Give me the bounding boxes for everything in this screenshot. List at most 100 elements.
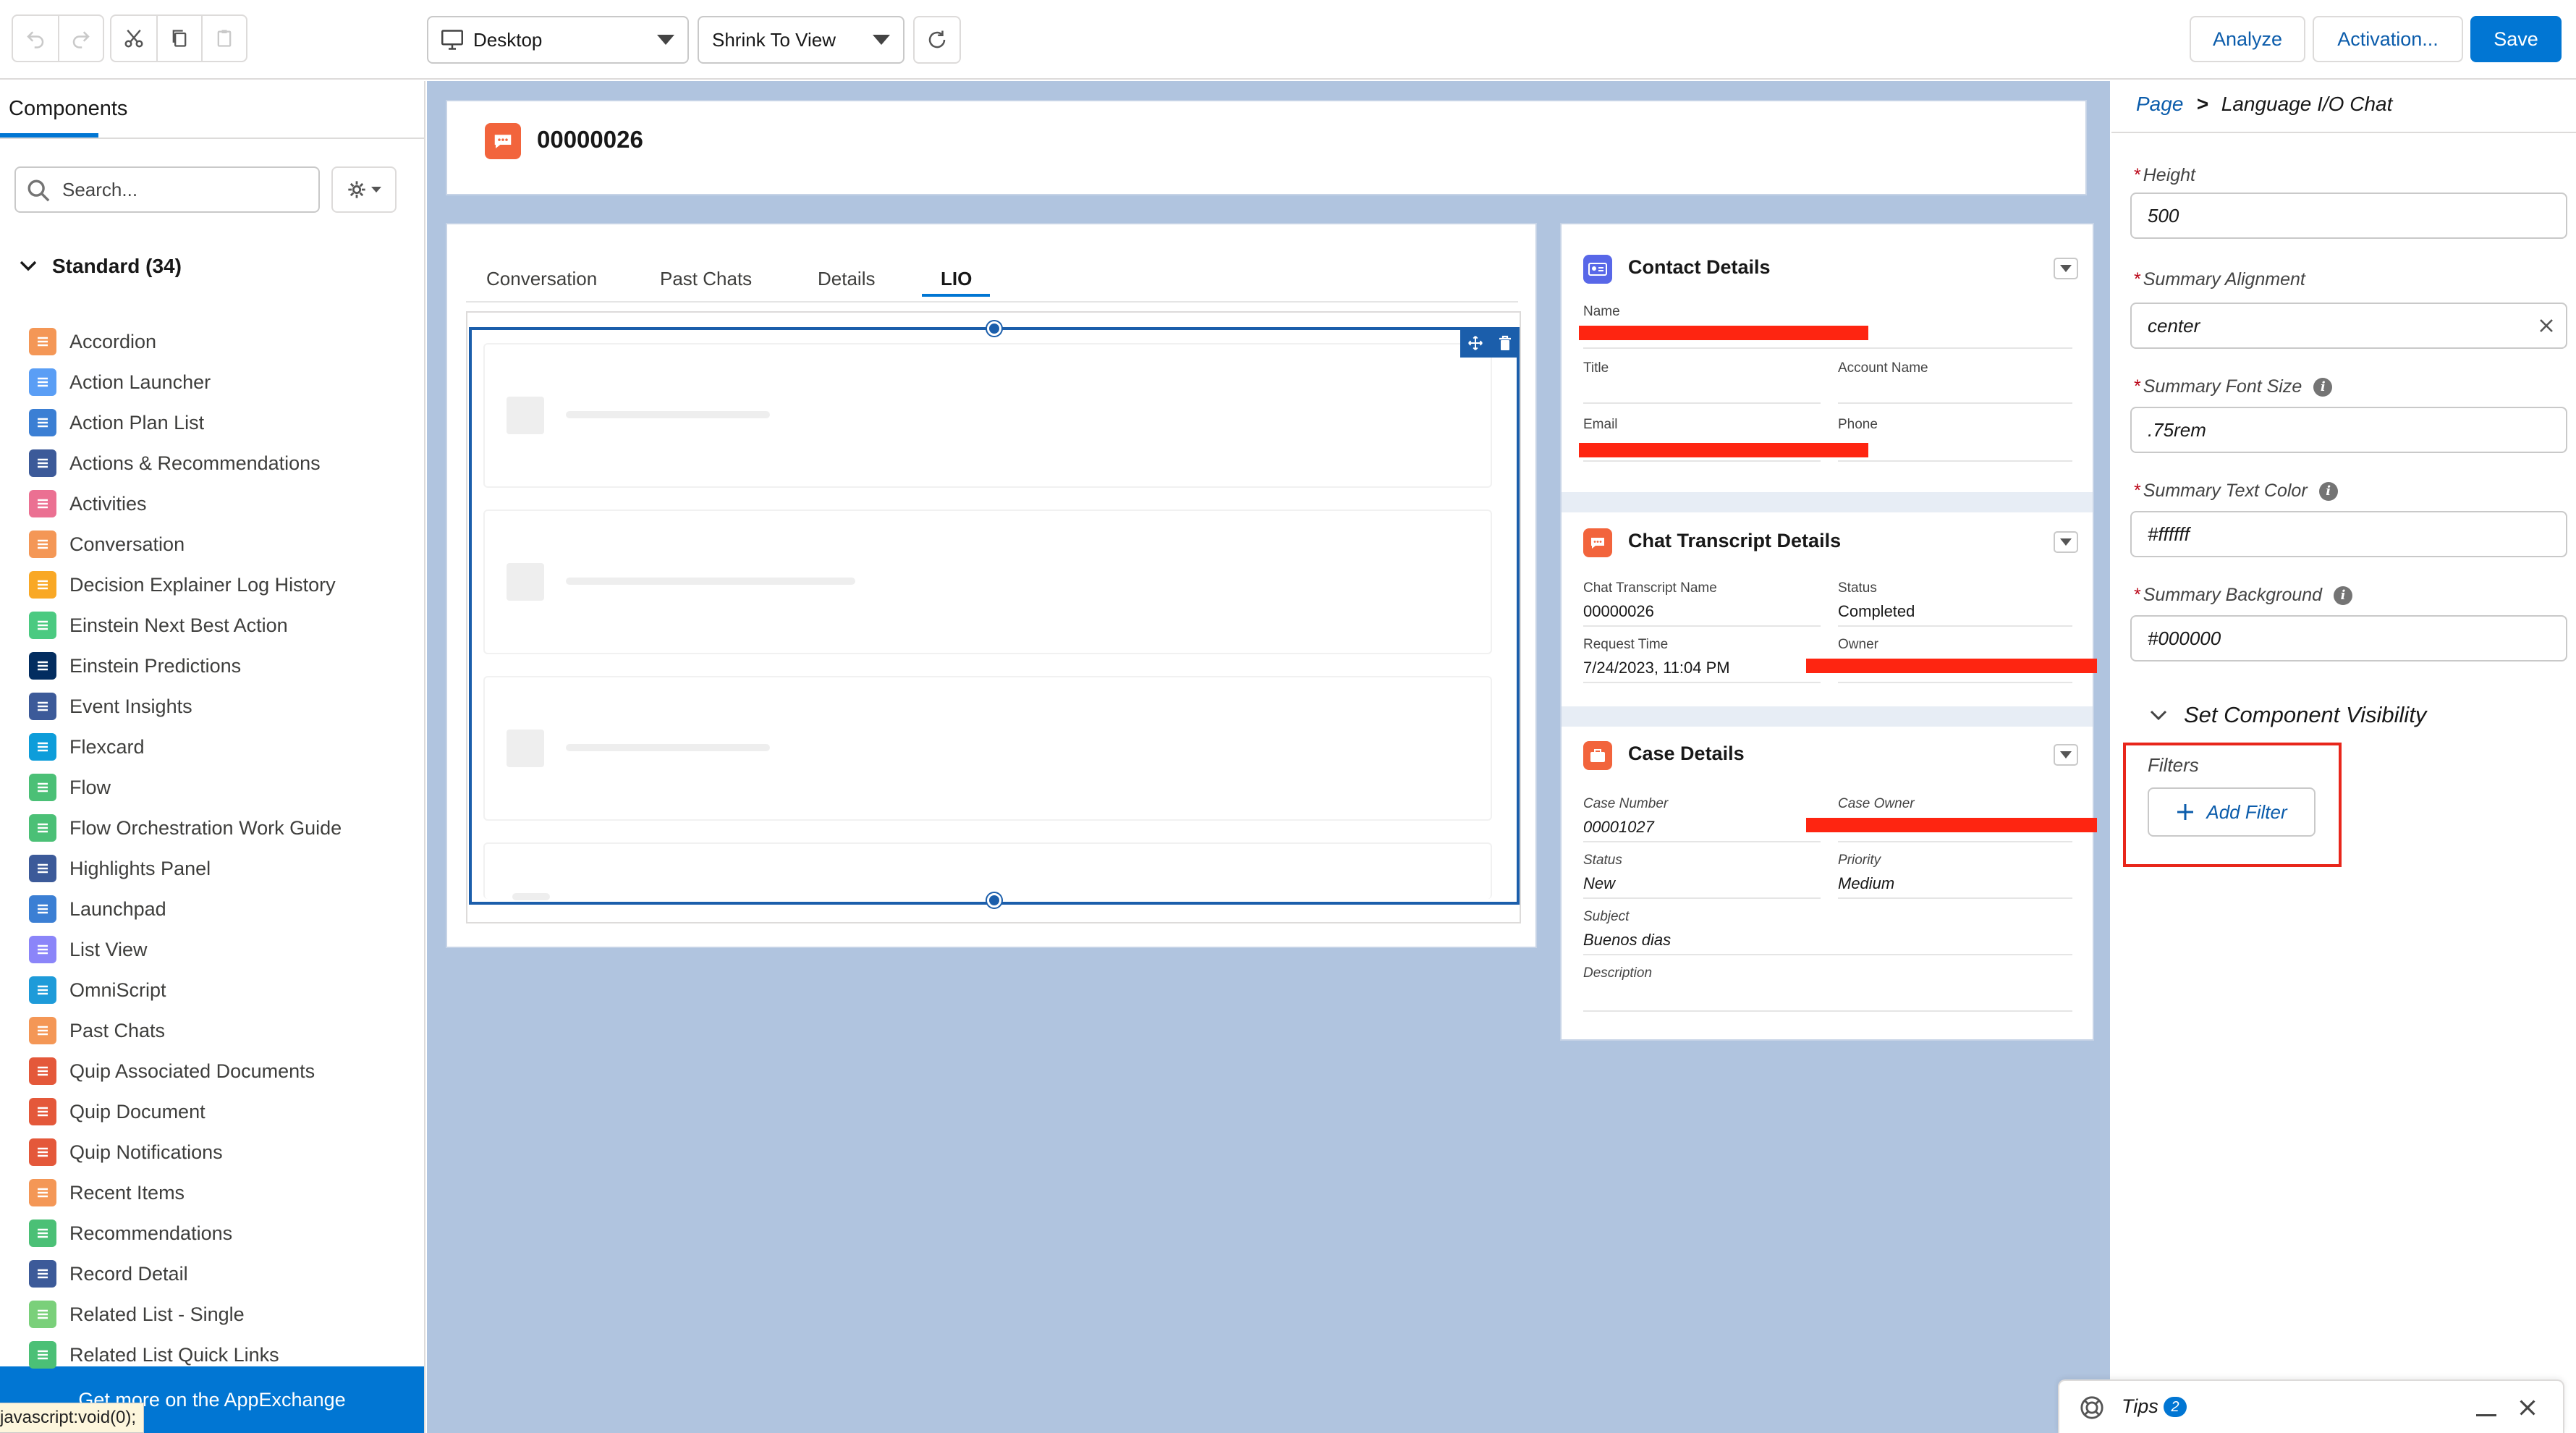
close-icon[interactable] [2518, 1398, 2537, 1417]
component-item[interactable]: Quip Associated Documents [29, 1054, 315, 1089]
desktop-icon [441, 30, 463, 50]
component-item[interactable]: Einstein Next Best Action [29, 608, 288, 643]
breadcrumb-current: Language I/O Chat [2221, 93, 2393, 115]
summary-alignment-input[interactable]: center [2130, 303, 2567, 349]
component-item[interactable]: Decision Explainer Log History [29, 567, 336, 602]
undo-icon[interactable] [13, 16, 58, 61]
component-item[interactable]: Action Plan List [29, 405, 204, 440]
component-item[interactable]: List View [29, 932, 148, 967]
component-item[interactable]: Record Detail [29, 1256, 188, 1291]
component-item-label: Action Launcher [69, 371, 211, 393]
component-item-label: Event Insights [69, 695, 192, 717]
refresh-icon[interactable] [915, 17, 959, 62]
component-item[interactable]: Action Launcher [29, 365, 211, 400]
highlights-panel[interactable]: 00000026 [446, 100, 2087, 195]
tab-details[interactable]: Details [818, 268, 875, 290]
copy-icon[interactable] [156, 16, 201, 61]
component-item[interactable]: Flow [29, 770, 111, 805]
summary-background-label: * Summary Background i [2133, 585, 2353, 606]
contact-title-label: Title [1583, 360, 1609, 376]
add-filter-button[interactable]: Add Filter [2148, 787, 2316, 837]
component-item[interactable]: Related List Quick Links [29, 1337, 279, 1372]
component-item[interactable]: Event Insights [29, 689, 192, 724]
component-item[interactable]: Recent Items [29, 1175, 185, 1210]
component-icon [29, 1341, 56, 1369]
component-item-label: Actions & Recommendations [69, 452, 321, 474]
info-icon[interactable]: i [2318, 481, 2338, 501]
delete-icon[interactable] [1498, 335, 1512, 351]
component-item-label: Quip Associated Documents [69, 1060, 315, 1082]
info-icon[interactable]: i [2313, 377, 2333, 397]
skeleton-text [512, 893, 550, 900]
component-icon [29, 490, 56, 517]
cut-icon[interactable] [111, 16, 156, 61]
move-icon[interactable] [1467, 335, 1483, 351]
component-item[interactable]: Flow Orchestration Work Guide [29, 811, 342, 845]
component-item[interactable]: Conversation [29, 527, 185, 562]
tips-panel[interactable]: Tips 2 [2058, 1379, 2564, 1433]
skeleton-text [566, 411, 770, 418]
summary-text-color-input[interactable]: #ffffff [2130, 511, 2567, 557]
contact-details-title: Contact Details [1628, 256, 1771, 278]
request-time-label: Request Time [1583, 637, 1669, 652]
component-icon [29, 936, 56, 963]
tabs-component[interactable]: Conversation Past Chats Details LIO [446, 223, 1537, 948]
field-divider [1838, 460, 2072, 462]
tab-conversation[interactable]: Conversation [486, 268, 597, 290]
component-item[interactable]: Quip Notifications [29, 1135, 223, 1170]
paste-icon[interactable] [201, 16, 246, 61]
redo-icon[interactable] [58, 16, 103, 61]
summary-font-size-input[interactable]: .75rem [2130, 407, 2567, 453]
section-standard[interactable]: Standard (34) [19, 255, 182, 278]
summary-alignment-label: * Summary Alignment [2133, 269, 2305, 289]
tab-past-chats[interactable]: Past Chats [660, 268, 752, 290]
analyze-button[interactable]: Analyze [2190, 16, 2305, 62]
lio-chat-component[interactable] [469, 321, 1520, 908]
component-item[interactable]: Quip Document [29, 1094, 206, 1129]
device-select[interactable]: Desktop [427, 16, 689, 64]
component-item[interactable]: Launchpad [29, 892, 166, 926]
component-item[interactable]: Related List - Single [29, 1297, 245, 1332]
component-item[interactable]: Highlights Panel [29, 851, 211, 886]
component-item[interactable]: Past Chats [29, 1013, 165, 1048]
card-menu-button[interactable] [2054, 531, 2078, 553]
card-menu-button[interactable] [2054, 744, 2078, 766]
tab-lio[interactable]: LIO [941, 268, 972, 290]
card-gap [1562, 706, 2093, 727]
component-item-label: Flexcard [69, 735, 145, 758]
settings-menu-button[interactable] [331, 166, 397, 213]
component-search-input[interactable]: Search... [14, 166, 320, 213]
component-item[interactable]: Accordion [29, 324, 156, 359]
component-item[interactable]: Flexcard [29, 730, 145, 764]
summary-text-color-label: * Summary Text Color i [2133, 481, 2338, 502]
transcript-owner-label: Owner [1838, 637, 1878, 652]
component-item[interactable]: Einstein Predictions [29, 648, 241, 683]
resize-handle-bottom[interactable] [987, 893, 1001, 908]
contact-details-card[interactable]: Contact Details Name Title Account Name … [1567, 227, 2087, 488]
tab-components[interactable]: Components [9, 97, 127, 121]
component-item[interactable]: Recommendations [29, 1216, 232, 1251]
activation-button[interactable]: Activation... [2313, 16, 2463, 62]
card-menu-button[interactable] [2054, 258, 2078, 279]
minimize-icon[interactable] [2476, 1414, 2496, 1416]
summary-background-input[interactable]: #000000 [2130, 615, 2567, 661]
component-item-label: Quip Document [69, 1100, 206, 1123]
component-item[interactable]: Actions & Recommendations [29, 446, 321, 481]
component-icon [29, 1017, 56, 1044]
tab-divider [466, 301, 1518, 303]
save-button[interactable]: Save [2470, 16, 2562, 62]
resize-handle-top[interactable] [987, 321, 1001, 336]
clear-icon[interactable] [2538, 318, 2554, 334]
set-component-visibility-toggle[interactable]: Set Component Visibility [2149, 702, 2426, 728]
component-item[interactable]: Activities [29, 486, 147, 521]
view-select[interactable]: Shrink To View [698, 16, 904, 64]
case-details-card[interactable]: Case Details Case Number 00001027 Case O… [1567, 728, 2097, 1025]
component-item-label: OmniScript [69, 978, 166, 1001]
chat-transcript-details-card[interactable]: Chat Transcript Details Chat Transcript … [1567, 514, 2097, 731]
redacted-value [1806, 818, 2097, 832]
height-input[interactable]: 500 [2130, 193, 2567, 239]
component-item[interactable]: OmniScript [29, 973, 166, 1007]
breadcrumb-page-link[interactable]: Page [2136, 93, 2183, 116]
info-icon[interactable]: i [2334, 586, 2353, 605]
height-label: * Height [2133, 165, 2195, 185]
